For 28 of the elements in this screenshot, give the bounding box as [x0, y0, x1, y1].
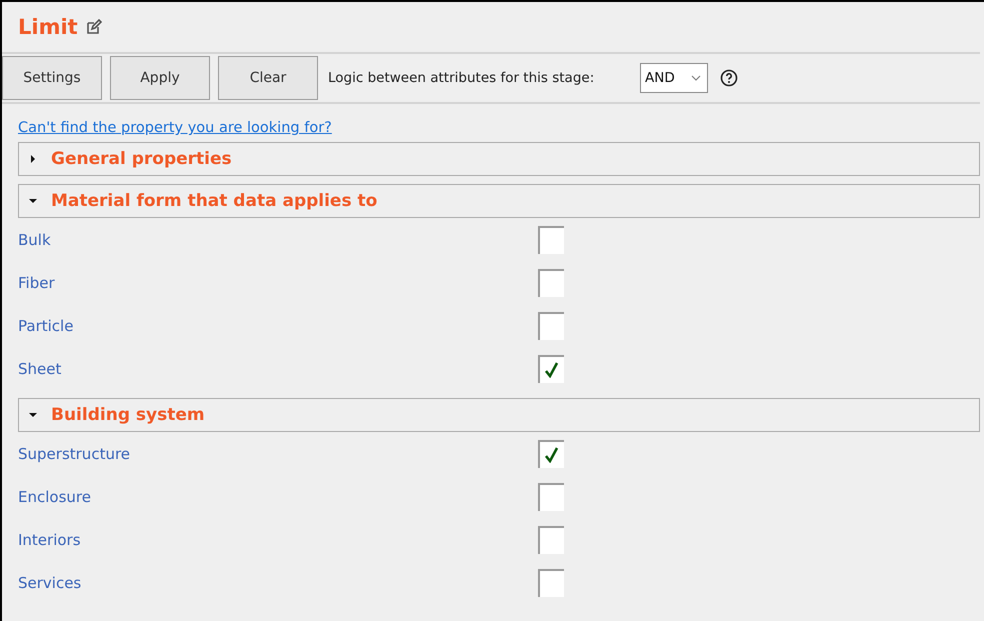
checkbox[interactable]	[538, 354, 564, 382]
checkbox[interactable]	[538, 526, 564, 554]
option-label: Interiors	[18, 530, 82, 548]
logic-label: Logic between attributes for this stage:	[328, 70, 596, 86]
toolbar-button[interactable]: Clear	[218, 56, 318, 100]
help-icon[interactable]	[720, 69, 738, 87]
checkbox[interactable]	[538, 226, 564, 254]
option-label: Enclosure	[18, 488, 92, 506]
chevron-down-icon	[691, 75, 701, 81]
option-label: Particle	[18, 316, 74, 334]
option-label: Superstructure	[18, 444, 132, 462]
checkbox[interactable]	[538, 568, 564, 596]
checkmark-icon	[545, 446, 559, 462]
checkbox[interactable]	[538, 268, 564, 296]
checkbox[interactable]	[538, 312, 564, 340]
option-label: Bulk	[18, 230, 52, 248]
option-label: Sheet	[18, 360, 62, 378]
option-label: Services	[18, 574, 82, 592]
edit-icon[interactable]	[86, 19, 102, 35]
option-label: Fiber	[18, 274, 56, 292]
checkmark-icon	[545, 362, 559, 378]
page-title: Limit	[18, 15, 78, 39]
logic-select[interactable]: AND	[640, 63, 708, 93]
checkbox[interactable]	[538, 440, 564, 468]
toolbar-button[interactable]: Settings	[2, 56, 102, 100]
help-link[interactable]: Can't find the property you are looking for?	[18, 120, 332, 136]
toolbar-button[interactable]: Apply	[110, 56, 210, 100]
checkbox[interactable]	[538, 482, 564, 510]
